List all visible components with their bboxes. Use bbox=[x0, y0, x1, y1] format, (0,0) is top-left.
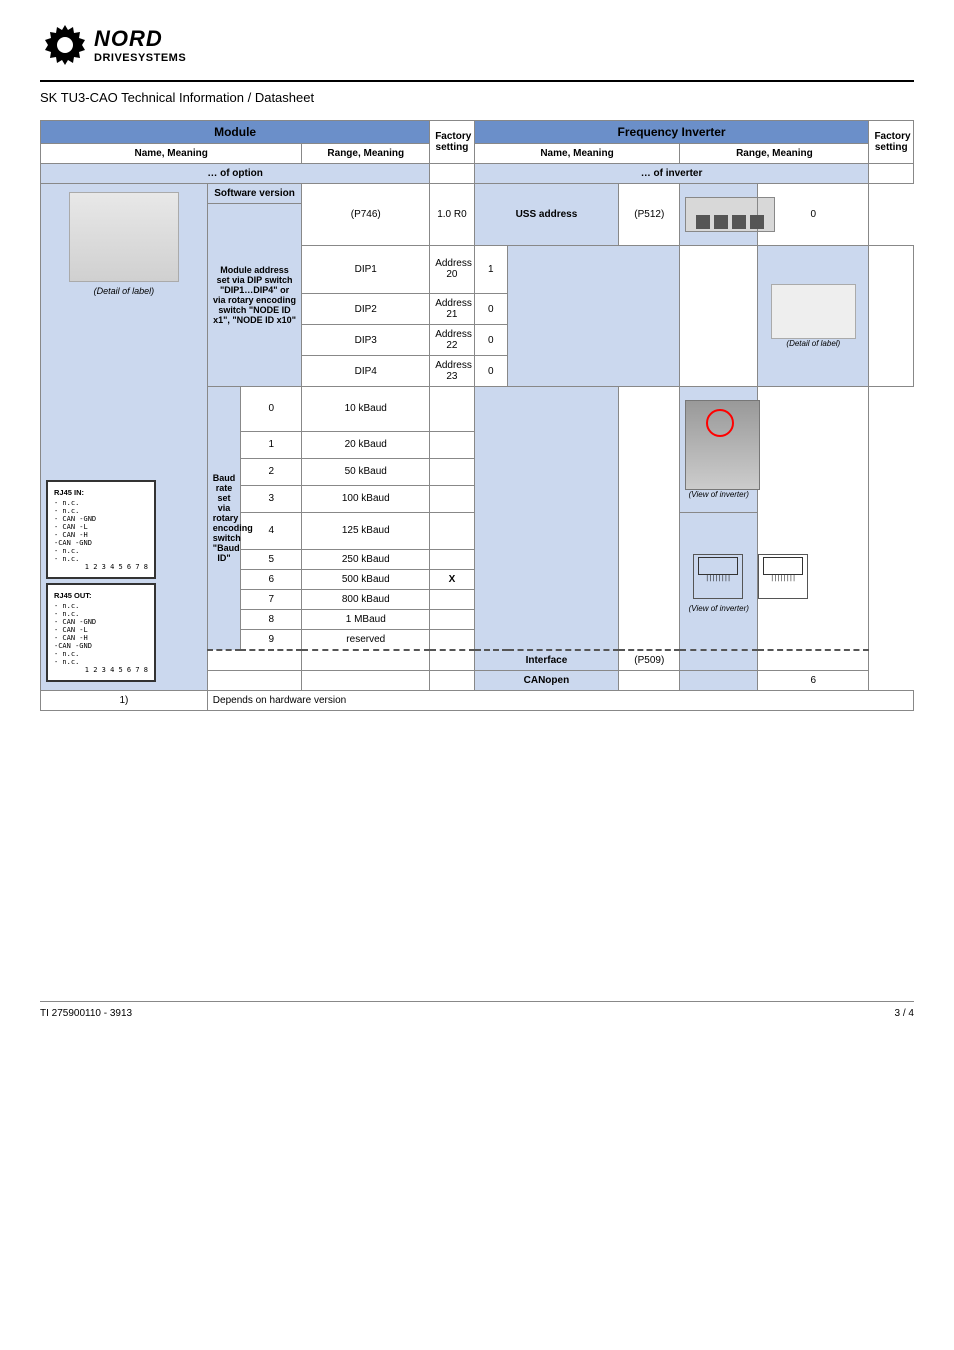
config-table: Module Factory setting Frequency Inverte… bbox=[40, 120, 914, 711]
sub-option: … of option bbox=[41, 164, 430, 184]
page-title: SK TU3-CAO Technical Information / Datas… bbox=[40, 90, 914, 105]
row-label: Software version bbox=[207, 184, 302, 204]
page-footer: TI 275900110 - 3913 3 / 4 bbox=[40, 1001, 914, 1019]
label-card-image bbox=[69, 192, 179, 282]
rj45-sockets-image: |||||||| |||||||| (View of inverter) bbox=[680, 512, 758, 650]
footer-doc-id: TI 275900110 - 3913 bbox=[40, 1008, 132, 1019]
header-factory: Factory setting bbox=[430, 121, 474, 164]
logo-sub: DRIVESYSTEMS bbox=[94, 52, 186, 64]
header-inverter: Frequency Inverter bbox=[474, 121, 869, 144]
sub-name-meaning2: Name, Meaning bbox=[474, 144, 680, 164]
footnote-text: Depends on hardware version bbox=[207, 691, 913, 711]
rotary-switch-image: (Detail of label) bbox=[758, 245, 869, 387]
header-factory2: Factory setting bbox=[869, 121, 914, 164]
inverter-image: (View of inverter) bbox=[680, 387, 758, 513]
sub-range: Range, Meaning bbox=[302, 144, 430, 164]
footer-page-number: 3 / 4 bbox=[895, 1008, 914, 1019]
logo-brand: NORD bbox=[94, 26, 186, 52]
left-column: (Detail of label) RJ45 IN: - n.c. - n.c.… bbox=[41, 184, 208, 691]
rj45-in-box: RJ45 IN: - n.c. - n.c. - CAN -GND - CAN … bbox=[46, 480, 156, 579]
header-module: Module bbox=[41, 121, 430, 144]
dip-switch-image bbox=[680, 184, 758, 246]
sub-inv: … of inverter bbox=[474, 164, 869, 184]
footnote-marker: 1) bbox=[41, 691, 208, 711]
logo-area: NORD DRIVESYSTEMS bbox=[40, 20, 914, 70]
sub-name-meaning: Name, Meaning bbox=[41, 144, 302, 164]
sub-range2: Range, Meaning bbox=[680, 144, 869, 164]
gear-icon bbox=[40, 20, 90, 70]
rj45-out-box: RJ45 OUT: - n.c. - n.c. - CAN -GND - CAN… bbox=[46, 583, 156, 682]
